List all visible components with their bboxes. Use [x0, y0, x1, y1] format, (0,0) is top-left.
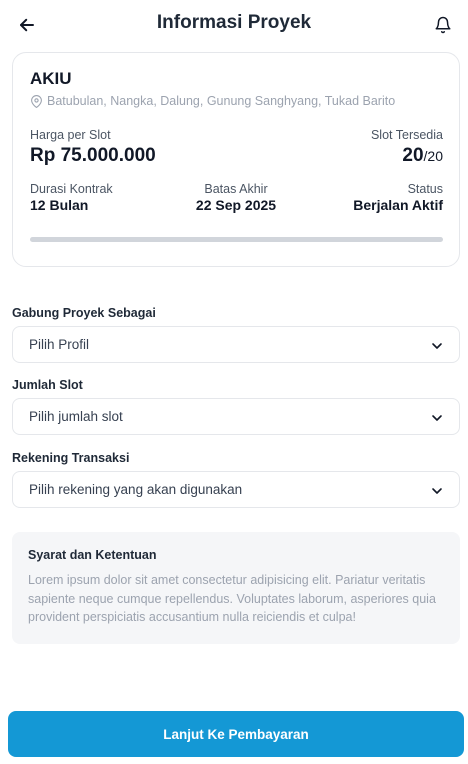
slot-count-label: Jumlah Slot: [12, 378, 83, 392]
terms-title: Syarat dan Ketentuan: [28, 548, 157, 562]
progress-fill: [30, 237, 443, 242]
price-label: Harga per Slot: [30, 128, 111, 142]
account-select-value: Pilih rekening yang akan digunakan: [29, 482, 243, 497]
notification-button[interactable]: [430, 12, 456, 38]
top-bar: Informasi Proyek: [0, 0, 468, 48]
continue-to-payment-button[interactable]: Lanjut Ke Pembayaran: [8, 711, 464, 757]
slot-value: 20/20: [371, 145, 443, 167]
location-text: Batubulan, Nangka, Dalung, Gunung Sanghy…: [47, 94, 396, 108]
chevron-down-icon: [432, 488, 442, 494]
project-name: AKIU: [30, 69, 72, 88]
account-label: Rekening Transaksi: [12, 451, 130, 465]
profile-select-value: Pilih Profil: [29, 337, 90, 352]
page-title: Informasi Proyek: [156, 12, 312, 33]
slot-block: Slot Tersedia 20/20: [371, 128, 443, 167]
status-block: Status Berjalan Aktif: [353, 182, 443, 213]
chevron-down-icon: [432, 415, 442, 421]
status-label: Status: [407, 182, 443, 196]
profile-select[interactable]: Pilih Profil: [12, 326, 460, 363]
project-location: Batubulan, Nangka, Dalung, Gunung Sanghy…: [30, 94, 395, 108]
project-card: AKIU Batubulan, Nangka, Dalung, Gunung S…: [12, 52, 460, 267]
terms-box: Syarat dan Ketentuan Lorem ipsum dolor s…: [12, 532, 460, 644]
bell-icon: [435, 16, 451, 34]
slot-count-select[interactable]: Pilih jumlah slot: [12, 398, 460, 435]
slot-available: 20: [402, 145, 424, 166]
location-pin-icon: [31, 94, 42, 108]
price-value: Rp 75.000.000: [30, 145, 156, 166]
slot-label: Slot Tersedia: [370, 128, 443, 142]
terms-body: Lorem ipsum dolor sit amet consectetur a…: [28, 573, 436, 624]
progress-bar: [30, 237, 443, 242]
status-value: Berjalan Aktif: [353, 197, 443, 213]
price-block: Harga per Slot Rp 75.000.000: [30, 128, 156, 167]
slot-count-select-value: Pilih jumlah slot: [29, 409, 123, 424]
profile-label: Gabung Proyek Sebagai: [12, 306, 156, 320]
slot-total: /20: [423, 148, 443, 164]
chevron-down-icon: [432, 343, 442, 349]
account-select[interactable]: Pilih rekening yang akan digunakan: [12, 471, 460, 508]
